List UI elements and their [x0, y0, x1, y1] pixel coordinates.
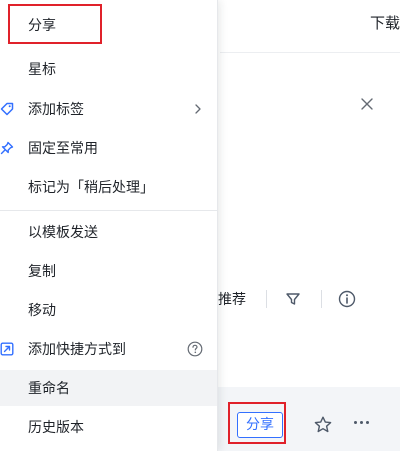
toolbar-divider [321, 290, 322, 308]
chevron-right-icon [193, 103, 203, 115]
toolbar-divider [266, 290, 267, 308]
share-menu-highlight [8, 4, 102, 44]
close-icon[interactable] [359, 96, 375, 112]
filter-icon[interactable] [285, 291, 301, 307]
menu-item-label: 重命名 [28, 381, 70, 397]
menu-item-label: 固定至常用 [28, 141, 98, 157]
menu-item-rename[interactable]: 重命名 [0, 370, 217, 406]
menu-item-label: 标记为「稍后处理」 [28, 180, 154, 196]
context-menu: 分享 星标 添加标签 固定至常用 标记为「稍后处理」 以模板发送 复制 移动 添… [0, 0, 218, 451]
menu-item-label: 星标 [28, 62, 56, 78]
more-icon[interactable] [354, 421, 369, 424]
menu-item-add-shortcut[interactable]: 添加快捷方式到 [0, 331, 217, 367]
recommend-tab[interactable]: 推荐 [218, 289, 246, 309]
menu-item-label: 复制 [28, 264, 56, 280]
menu-item-label: 移动 [28, 303, 56, 319]
menu-item-send-template[interactable]: 以模板发送 [0, 214, 217, 250]
tag-icon [0, 102, 14, 116]
menu-item-label: 添加快捷方式到 [28, 342, 126, 358]
menu-item-move[interactable]: 移动 [0, 292, 217, 328]
menu-item-mark-later[interactable]: 标记为「稍后处理」 [0, 169, 217, 205]
menu-item-label: 添加标签 [28, 102, 84, 118]
toolbar: 推荐 [218, 286, 356, 312]
download-tab[interactable]: 下载 [370, 12, 400, 33]
menu-item-label: 以模板发送 [28, 225, 98, 241]
pin-icon [0, 141, 14, 155]
menu-item-copy[interactable]: 复制 [0, 253, 217, 289]
menu-divider [0, 210, 217, 211]
menu-item-label: 历史版本 [28, 420, 84, 436]
help-icon[interactable] [187, 341, 203, 357]
shortcut-icon [0, 342, 14, 356]
info-icon[interactable] [338, 290, 356, 308]
menu-item-history[interactable]: 历史版本 [0, 409, 217, 445]
header-divider [220, 52, 400, 53]
menu-item-star[interactable]: 星标 [0, 51, 217, 87]
menu-item-add-tag[interactable]: 添加标签 [0, 91, 217, 127]
star-icon[interactable] [313, 415, 333, 439]
menu-item-pin[interactable]: 固定至常用 [0, 130, 217, 166]
share-button-highlight [228, 402, 286, 444]
